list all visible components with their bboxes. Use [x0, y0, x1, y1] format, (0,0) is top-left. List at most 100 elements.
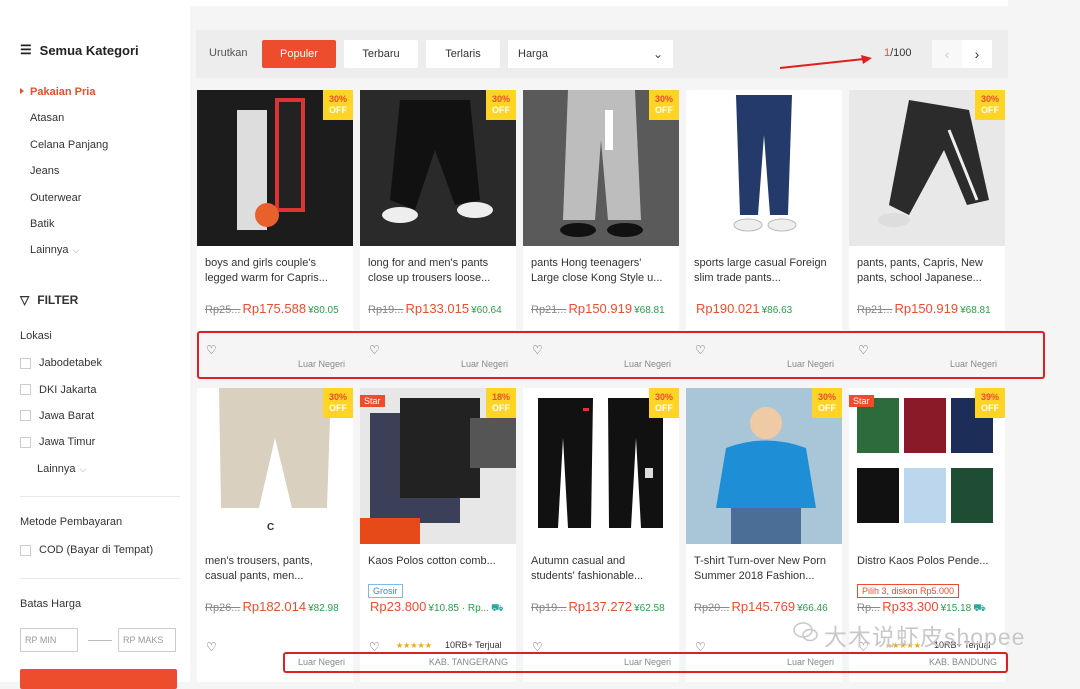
discount-badge: 30% OFF — [486, 90, 516, 120]
lokasi-checkbox-dki-jakarta[interactable]: DKI Jakarta — [20, 376, 102, 402]
category-item-pakaian-pria[interactable]: Pakaian Pria — [20, 84, 180, 110]
sold-count: 10RB+ Terjual — [445, 640, 502, 650]
lokasi-list: Jabodetabek DKI Jakarta Jawa Barat Jawa … — [20, 350, 102, 456]
sort-price-select[interactable]: Harga ⌄ — [508, 40, 673, 68]
sale-price: Rp150.919 — [568, 301, 633, 316]
product-name[interactable]: pants, pants, Capris, New pants, school … — [857, 256, 997, 286]
discount-percent: 18% — [491, 392, 510, 402]
price-row: Rp26... Rp182.014 ¥82.98 — [205, 598, 353, 616]
checkbox[interactable] — [20, 357, 31, 369]
price-row: Rp... Rp33.300 ¥15.18 ⛟ — [857, 598, 1005, 616]
product-card[interactable]: 30% OFF boys and girls couple's legged war… — [197, 90, 353, 369]
category-header[interactable]: ☰ Semua Kategori — [20, 42, 139, 58]
category-list: Pakaian Pria Atasan Celana Panjang Jeans… — [20, 84, 180, 269]
sort-populer-button[interactable]: Populer — [262, 40, 336, 68]
product-card[interactable]: 30% OFF long for and men's pants close up … — [360, 90, 516, 369]
price-min-input[interactable]: RP MIN — [20, 628, 78, 652]
price-title: Batas Harga — [20, 598, 82, 610]
original-price: Rp25... — [205, 304, 241, 316]
yen-price: ¥60.64 — [471, 305, 502, 316]
category-item-batik[interactable]: Batik — [20, 216, 180, 242]
rating-stars: ★★★★★ — [396, 641, 432, 650]
divider — [20, 578, 180, 579]
svg-text:C: C — [267, 522, 274, 533]
discount-badge: 30% OFF — [812, 388, 842, 418]
product-name[interactable]: T-shirt Turn-over New Porn Summer 2018 F… — [694, 554, 834, 584]
checkbox[interactable] — [20, 410, 31, 422]
free-shipping-icon: ⛟ — [973, 603, 986, 614]
prev-page-button[interactable]: ‹ — [932, 40, 962, 68]
payment-checkbox-cod[interactable]: COD (Bayar di Tempat) — [20, 537, 153, 563]
product-name[interactable]: sports large casual Foreign slim trade p… — [694, 256, 834, 286]
price-row: Rp19... Rp137.272 ¥62.58 — [531, 598, 679, 616]
original-price: Rp19... — [368, 304, 404, 316]
discount-off-label: OFF — [492, 105, 510, 115]
lokasi-title: Lokasi — [20, 330, 52, 342]
product-name[interactable]: Autumn casual and students' fashionable.… — [531, 554, 671, 584]
chevron-down-icon: ⌵ — [79, 464, 87, 474]
lokasi-checkbox-jabodetabek[interactable]: Jabodetabek — [20, 350, 102, 376]
original-price: Rp21... — [531, 304, 567, 316]
chevron-down-icon: ⌵ — [72, 245, 80, 256]
sort-terlaris-button[interactable]: Terlaris — [426, 40, 500, 68]
product-card[interactable]: Star 18% OFF Kaos Polos cotton comb... Grosi… — [360, 388, 516, 682]
price-row: Rp19... Rp133.015 ¥60.64 — [368, 300, 516, 318]
chevron-down-icon: ⌄ — [652, 47, 663, 61]
product-name[interactable]: Distro Kaos Polos Pende... — [857, 554, 997, 584]
category-item-jeans[interactable]: Jeans — [20, 163, 180, 189]
category-more-label: Lainnya — [30, 244, 69, 257]
discount-badge: 30% OFF — [649, 388, 679, 418]
price-row: Rp25... Rp175.588 ¥80.05 — [205, 300, 353, 318]
product-name[interactable]: Kaos Polos cotton comb... — [368, 554, 508, 584]
discount-off-label: OFF — [818, 403, 836, 413]
original-price: Rp21... — [857, 304, 893, 316]
discount-badge: 30% OFF — [649, 90, 679, 120]
heart-icon[interactable]: ♡ — [206, 640, 217, 654]
checkbox[interactable] — [20, 544, 31, 556]
category-item-lainnya[interactable]: Lainnya ⌵ — [20, 242, 180, 268]
lokasi-checkbox-jawa-timur[interactable]: Jawa Timur — [20, 429, 102, 455]
product-card[interactable]: 30% OFF pants, pants, Capris, New pants, s… — [849, 90, 1005, 369]
apply-price-button[interactable] — [20, 669, 177, 689]
product-name[interactable]: men's trousers, pants, casual pants, men… — [205, 554, 345, 584]
checkbox[interactable] — [20, 436, 31, 448]
product-name[interactable]: long for and men's pants close up trouse… — [368, 256, 508, 286]
promo-tag: Grosir — [368, 584, 403, 598]
category-title: Semua Kategori — [39, 42, 139, 58]
discount-percent: 30% — [328, 392, 347, 402]
price-separator — [88, 640, 112, 641]
product-card[interactable]: 30% OFF pants Hong teenagers' Large close … — [523, 90, 679, 369]
sale-price: Rp23.800 — [370, 599, 427, 614]
star-seller-badge: Star — [360, 395, 385, 407]
category-item-outerwear[interactable]: Outerwear — [20, 190, 180, 216]
product-card[interactable]: sports large casual Foreign slim trade p… — [686, 90, 842, 369]
discount-badge: 30% OFF — [975, 90, 1005, 120]
discount-badge: 39% OFF — [975, 388, 1005, 418]
lokasi-more[interactable]: Lainnya ⌵ — [37, 463, 86, 475]
product-name[interactable]: boys and girls couple's legged warm for … — [205, 256, 345, 286]
sort-label: Urutkan — [209, 47, 248, 59]
filter-icon: ▽ — [20, 293, 30, 307]
next-page-button[interactable]: › — [962, 40, 992, 68]
highlight-box-row-2 — [283, 652, 1008, 673]
yen-price: ¥68.81 — [634, 305, 665, 316]
lokasi-checkbox-jawa-barat[interactable]: Jawa Barat — [20, 403, 102, 429]
product-card[interactable]: C 30% OFF men's trousers, pants, casual pan… — [197, 388, 353, 682]
discount-badge: 30% OFF — [323, 388, 353, 418]
price-max-input[interactable]: RP MAKS — [118, 628, 176, 652]
price-row: Rp23.800 ¥10.85 · Rp... ⛟ — [368, 598, 516, 616]
page-indicator: 1/100 — [884, 47, 912, 59]
yen-price: ¥66.46 — [797, 603, 828, 614]
category-item-celana-panjang[interactable]: Celana Panjang — [20, 137, 180, 163]
discount-percent: 30% — [328, 94, 347, 104]
discount-percent: 39% — [980, 392, 999, 402]
checkbox[interactable] — [20, 384, 31, 396]
product-card[interactable]: 30% OFF Autumn casual and students' fashio… — [523, 388, 679, 682]
filter-header: ▽ FILTER — [20, 293, 78, 307]
payment-list: COD (Bayar di Tempat) — [20, 537, 153, 563]
discount-off-label: OFF — [492, 403, 510, 413]
sort-terbaru-button[interactable]: Terbaru — [344, 40, 418, 68]
product-image[interactable] — [686, 90, 842, 246]
product-name[interactable]: pants Hong teenagers' Large close Kong S… — [531, 256, 671, 286]
category-item-atasan[interactable]: Atasan — [20, 110, 180, 136]
